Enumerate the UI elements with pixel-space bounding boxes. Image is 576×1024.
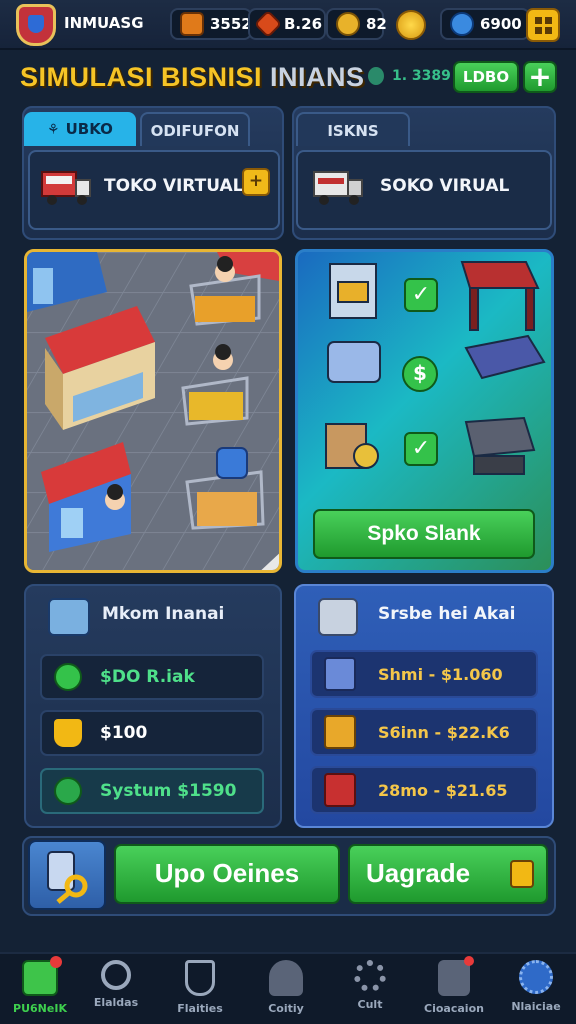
tab-ubko-label: UBKO xyxy=(65,120,113,138)
player-badge-icon[interactable] xyxy=(16,4,56,46)
gold-coin-icon[interactable] xyxy=(396,10,426,40)
income-row-3[interactable]: Systum $1590 xyxy=(40,768,264,814)
cost-row-3-text: 28mo - $21.65 xyxy=(378,780,508,800)
left-shop-action-button[interactable]: + xyxy=(242,168,270,196)
resource-3-pill[interactable]: 82 xyxy=(326,8,387,40)
safe-box-icon xyxy=(318,598,358,636)
nav-item-home[interactable]: PU6NeIK xyxy=(0,956,80,1020)
currency-pill[interactable]: 6900 xyxy=(440,8,530,40)
upgrade-button[interactable]: Uagrade xyxy=(348,844,548,904)
left-shop-label: TOKO VIRTUAL xyxy=(104,176,244,196)
cost-row-1-text: Shmi - $1.060 xyxy=(378,664,503,684)
tab-ubko[interactable]: ⚘ UBKO xyxy=(24,112,136,146)
xp-icon xyxy=(368,67,384,85)
tab-odifufon-label: ODIFUFON xyxy=(150,122,240,140)
resource-3-value: 82 xyxy=(366,15,387,33)
nav-item-helmet[interactable]: Coitiy xyxy=(246,960,326,1020)
spko-slank-button[interactable]: Spko Slank xyxy=(313,509,535,559)
xp-value: 1. 3389 xyxy=(392,68,451,84)
cost-row-2-text: S6inn - $22.K6 xyxy=(378,722,510,742)
shield-check-icon xyxy=(185,960,215,996)
helmet-icon xyxy=(269,960,303,996)
check-circle-icon xyxy=(54,663,82,691)
nav-item-settings[interactable]: Nlaiciae xyxy=(496,960,576,1020)
gear-icon xyxy=(354,960,386,992)
key-button[interactable] xyxy=(28,840,106,910)
key-icon xyxy=(47,851,88,904)
page-title: SIMULASI BISNISI INIANS xyxy=(20,62,365,93)
title-main: SIMULASI BISNISI xyxy=(20,62,263,92)
crate-box-icon xyxy=(324,715,356,749)
settings-icon xyxy=(519,960,553,994)
shop-notification-dot xyxy=(464,956,474,966)
income-row-3-text: Systum $1590 xyxy=(100,781,237,801)
lobo-button[interactable]: LDBO xyxy=(453,61,519,93)
upgrade-label: Uagrade xyxy=(366,858,471,888)
income-panel-title: Mkom Inanai xyxy=(102,604,225,624)
resource-2-pill[interactable]: B.26 xyxy=(248,8,326,40)
nav-item-search[interactable]: Elaldas xyxy=(76,960,156,1020)
delivery-truck-icon xyxy=(313,171,363,205)
crate-icon xyxy=(180,12,204,36)
isometric-store-illustration xyxy=(27,252,279,570)
nav-label-home: PU6NeIK xyxy=(13,1002,67,1015)
nav-item-shop[interactable]: Cioacaion xyxy=(414,956,494,1020)
income-row-1-text: $DO R.iak xyxy=(100,667,195,687)
dollar-circle-icon xyxy=(54,777,82,805)
cost-row-3[interactable]: 28mo - $21.65 xyxy=(310,766,538,814)
costs-panel-title: Srsbe hei Akai xyxy=(378,604,516,624)
shelf-box-icon xyxy=(324,657,356,691)
tab-iskns[interactable]: ISKNS xyxy=(296,112,410,146)
nav-label-shop: Cioacaion xyxy=(424,1002,484,1015)
add-button[interactable]: + xyxy=(523,61,557,93)
shop-icon xyxy=(438,956,474,996)
coin-small-icon xyxy=(336,12,360,36)
hammer-icon xyxy=(510,860,534,888)
nav-label-gear: Cult xyxy=(357,998,383,1011)
income-row-2[interactable]: $100 xyxy=(40,710,264,756)
menu-grid-button[interactable] xyxy=(526,8,560,42)
resource-1-pill[interactable]: 3552 xyxy=(170,8,252,40)
diamond-icon xyxy=(450,12,474,36)
resource-1-value: 3552 xyxy=(210,15,252,33)
primary-action-button[interactable]: Upo Oeines xyxy=(114,844,340,904)
cost-row-1[interactable]: Shmi - $1.060 xyxy=(310,650,538,698)
truck-icon xyxy=(41,171,91,205)
home-icon xyxy=(22,956,62,996)
nav-label-settings: Nlaiciae xyxy=(511,1000,561,1013)
resource-2-value: B.26 xyxy=(284,15,323,33)
nav-label-helmet: Coitiy xyxy=(268,1002,304,1015)
income-row-2-text: $100 xyxy=(100,723,148,743)
gem-icon xyxy=(253,9,283,39)
notification-dot xyxy=(50,956,62,968)
red-bag-icon xyxy=(324,773,356,807)
safe-icon xyxy=(48,598,90,636)
tab-odifufon[interactable]: ODIFUFON xyxy=(140,112,250,146)
title-suffix: INIANS xyxy=(270,62,365,92)
income-row-1[interactable]: $DO R.iak xyxy=(40,654,264,700)
check-icon-2[interactable]: ✓ xyxy=(404,432,438,466)
dollar-icon[interactable]: $ xyxy=(402,356,438,392)
search-icon xyxy=(101,960,131,990)
bookmark-icon: ⚘ xyxy=(47,122,60,138)
nav-item-shield[interactable]: Flaities xyxy=(160,960,240,1020)
nav-item-gear[interactable]: Cult xyxy=(330,960,410,1020)
check-icon-1[interactable]: ✓ xyxy=(404,278,438,312)
nav-label-search: Elaldas xyxy=(93,996,139,1009)
right-shop-label: SOKO VIRUAL xyxy=(380,176,510,196)
nav-label-shield: Flaities xyxy=(177,1002,223,1015)
store-scene-image[interactable] xyxy=(24,249,282,573)
currency-value: 6900 xyxy=(480,15,522,33)
cost-row-2[interactable]: S6inn - $22.K6 xyxy=(310,708,538,756)
player-name: INMUASG xyxy=(64,14,144,32)
hand-coin-icon xyxy=(54,719,82,747)
tab-iskns-label: ISKNS xyxy=(327,122,379,140)
